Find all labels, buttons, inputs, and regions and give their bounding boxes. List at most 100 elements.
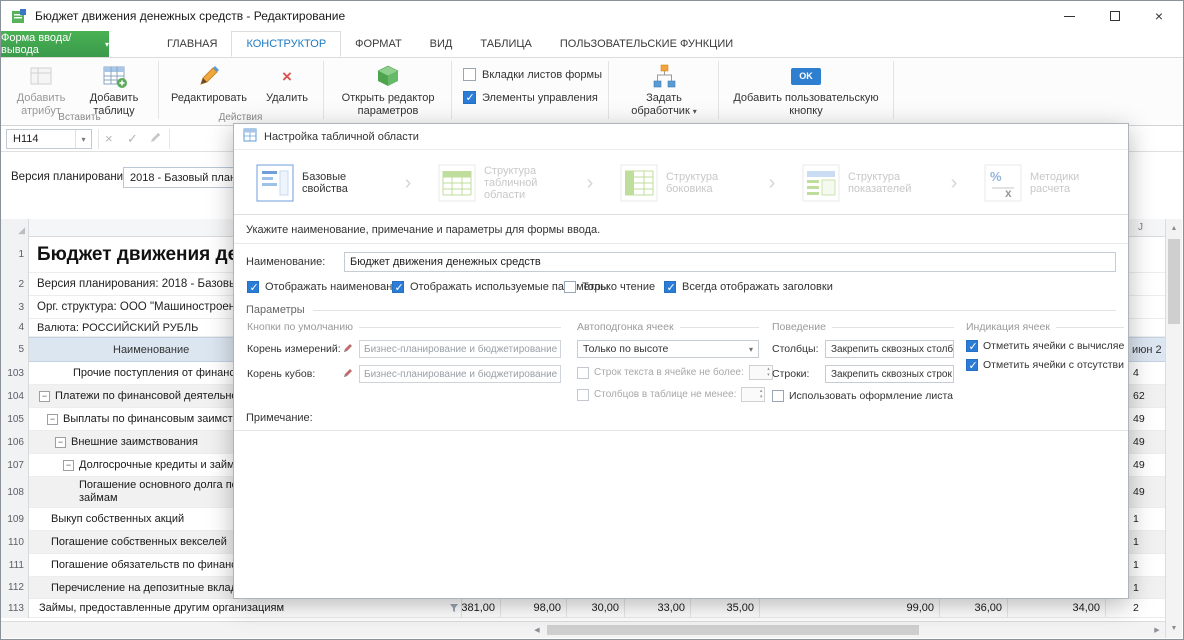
tab-vid[interactable]: ВИД bbox=[416, 31, 467, 57]
scroll-right-icon[interactable]: ▶ bbox=[1149, 622, 1165, 638]
row-number[interactable]: 109 bbox=[1, 507, 29, 531]
dimension-root-field[interactable]: Бизнес-планирование и бюджетирование bbox=[359, 340, 561, 358]
confirm-entry-icon[interactable]: ✓ bbox=[127, 131, 138, 147]
checkbox-always-show-headers[interactable]: Всегда отображать заголовки bbox=[664, 281, 833, 293]
row-number[interactable]: 104 bbox=[1, 384, 29, 408]
select-all-corner[interactable]: ◢ bbox=[1, 219, 29, 237]
row-number[interactable]: 3 bbox=[1, 295, 29, 319]
row-number[interactable]: 110 bbox=[1, 530, 29, 554]
row-number[interactable]: 108 bbox=[1, 476, 29, 508]
edit-formula-icon[interactable] bbox=[149, 131, 162, 147]
collapse-icon[interactable]: − bbox=[39, 391, 50, 402]
row-number[interactable]: 5 bbox=[1, 337, 29, 362]
checkbox-icon bbox=[772, 390, 784, 402]
table-row[interactable]: 113 Займы, предоставленные другим органи… bbox=[1, 599, 1167, 618]
cell-value[interactable]: 33,00 bbox=[627, 599, 691, 617]
close-button[interactable]: × bbox=[1137, 1, 1181, 31]
file-menu-button[interactable]: Форма ввода/вывода ▾ bbox=[1, 31, 109, 57]
row-number[interactable]: 112 bbox=[1, 576, 29, 599]
row-label: Займы, предоставленные другим организаци… bbox=[39, 602, 284, 614]
checkbox-form-sheet-tabs[interactable]: Вкладки листов формы bbox=[463, 68, 602, 81]
app-window: Бюджет движения денежных средств - Редак… bbox=[0, 0, 1184, 640]
add-attribute-icon bbox=[28, 62, 54, 90]
checkbox-max-text-rows[interactable]: Строк текста в ячейке не более: ▴▾ bbox=[577, 365, 759, 380]
cell-value: 4 bbox=[1133, 367, 1139, 379]
caret-down-icon: ▾ bbox=[749, 345, 753, 354]
cancel-entry-icon[interactable]: × bbox=[105, 131, 113, 146]
name-input[interactable] bbox=[344, 252, 1116, 272]
set-handler-button[interactable]: Задать обработчик▾ bbox=[613, 62, 715, 118]
row-number[interactable]: 4 bbox=[1, 318, 29, 337]
horizontal-scroll-thumb[interactable] bbox=[547, 625, 919, 635]
wizard-step-basic-properties[interactable]: Базовые свойства bbox=[256, 164, 378, 202]
cell-value[interactable]: 381,00 bbox=[437, 599, 501, 617]
add-table-button[interactable]: Добавить таблицу bbox=[79, 62, 149, 118]
row-number[interactable]: 1 bbox=[1, 236, 29, 273]
cell-value: 49 bbox=[1133, 436, 1145, 448]
max-text-rows-stepper[interactable]: ▴▾ bbox=[749, 365, 773, 380]
autofit-dropdown[interactable]: Только по высоте ▾ bbox=[577, 340, 759, 358]
checkbox-controls[interactable]: Элементы управления bbox=[463, 91, 598, 104]
pencil-icon[interactable] bbox=[342, 367, 354, 382]
checkbox-min-table-columns[interactable]: Столбцов в таблице не менее: ▴▾ bbox=[577, 387, 759, 402]
open-parameter-editor-button[interactable]: Открыть редактор параметров bbox=[329, 62, 447, 118]
cube-root-field[interactable]: Бизнес-планирование и бюджетирование bbox=[359, 365, 561, 383]
cube-icon bbox=[375, 62, 401, 90]
cell-value[interactable]: 99,00 bbox=[876, 599, 940, 617]
checkbox-use-sheet-style[interactable]: Использовать оформление листа bbox=[772, 390, 954, 402]
row-number[interactable]: 103 bbox=[1, 361, 29, 385]
pencil-icon bbox=[196, 62, 222, 90]
tab-tablica[interactable]: ТАБЛИЦА bbox=[466, 31, 546, 57]
pencil-icon[interactable] bbox=[342, 342, 354, 357]
columns-behavior-dropdown[interactable]: Закрепить сквозных столбцов ▾ bbox=[825, 340, 954, 358]
checkbox-mark-no-access-cells[interactable]: Отметить ячейки с отсутствием прав досту… bbox=[966, 359, 1124, 371]
wizard-steps: Базовые свойства › Структура табличной о… bbox=[234, 151, 1128, 215]
row-number[interactable]: 113 bbox=[1, 598, 29, 618]
checkbox-show-name[interactable]: Отображать наименование bbox=[247, 281, 405, 293]
add-custom-button-button[interactable]: OK Добавить пользовательскую кнопку bbox=[723, 62, 889, 118]
scroll-down-icon[interactable]: ▼ bbox=[1166, 621, 1182, 636]
wizard-step-indicators-structure[interactable]: Структура показателей bbox=[802, 164, 924, 202]
cell-reference-box[interactable]: H114 ▾ bbox=[6, 129, 92, 149]
row-number[interactable]: 111 bbox=[1, 553, 29, 577]
horizontal-scrollbar[interactable]: ◀ ▶ bbox=[1, 621, 1167, 638]
maximize-button[interactable] bbox=[1093, 1, 1137, 31]
rows-behavior-dropdown[interactable]: Закрепить сквозных строк ▾ bbox=[825, 365, 954, 383]
row-number[interactable]: 106 bbox=[1, 430, 29, 454]
scroll-left-icon[interactable]: ◀ bbox=[529, 622, 545, 638]
row-number[interactable]: 2 bbox=[1, 272, 29, 296]
row-label: Долгосрочные кредиты и займы bbox=[79, 459, 242, 471]
collapse-icon[interactable]: − bbox=[55, 437, 66, 448]
tab-user-functions[interactable]: ПОЛЬЗОВАТЕЛЬСКИЕ ФУНКЦИИ bbox=[546, 31, 747, 57]
edit-button[interactable]: Редактировать bbox=[167, 62, 251, 105]
cell-value[interactable]: 34,00 bbox=[1042, 599, 1106, 617]
wizard-step-calculation-methods[interactable]: %x Методики расчета bbox=[984, 164, 1106, 202]
collapse-icon[interactable]: − bbox=[63, 460, 74, 471]
tab-format[interactable]: ФОРМАТ bbox=[341, 31, 416, 57]
note-textarea[interactable] bbox=[235, 431, 1127, 597]
wizard-step-table-area-structure[interactable]: Структура табличной области bbox=[438, 164, 560, 202]
tab-konstruktor[interactable]: КОНСТРУКТОР bbox=[231, 31, 341, 57]
vertical-scroll-thumb[interactable] bbox=[1168, 239, 1180, 324]
cell-value: 1 bbox=[1133, 582, 1139, 594]
checkbox-mark-calculated-cells[interactable]: Отметить ячейки с вычисляемыми значениям… bbox=[966, 340, 1124, 352]
row-number[interactable]: 107 bbox=[1, 453, 29, 477]
chevron-right-icon: › bbox=[769, 173, 776, 193]
formula-icon: %x bbox=[984, 164, 1022, 202]
tab-glavnaya[interactable]: ГЛАВНАЯ bbox=[153, 31, 231, 57]
cell-value[interactable]: 35,00 bbox=[696, 599, 760, 617]
row-label: Погашение основного долга по займам bbox=[79, 479, 238, 505]
minimize-button[interactable] bbox=[1047, 1, 1091, 31]
scroll-up-icon[interactable]: ▲ bbox=[1166, 221, 1182, 236]
caret-down-icon: ▾ bbox=[105, 40, 109, 49]
delete-button[interactable]: × Удалить bbox=[257, 62, 317, 105]
row-number[interactable]: 105 bbox=[1, 407, 29, 431]
collapse-icon[interactable]: − bbox=[47, 414, 58, 425]
checkbox-read-only[interactable]: Только чтение bbox=[564, 281, 655, 293]
wizard-step-sidehead-structure[interactable]: Структура боковика bbox=[620, 164, 742, 202]
cell-value[interactable]: 98,00 bbox=[503, 599, 567, 617]
cell-value[interactable]: 36,00 bbox=[944, 599, 1008, 617]
cell-value[interactable]: 30,00 bbox=[561, 599, 625, 617]
min-table-columns-stepper[interactable]: ▴▾ bbox=[741, 387, 765, 402]
vertical-scrollbar[interactable]: ▲ ▼ bbox=[1165, 219, 1182, 638]
